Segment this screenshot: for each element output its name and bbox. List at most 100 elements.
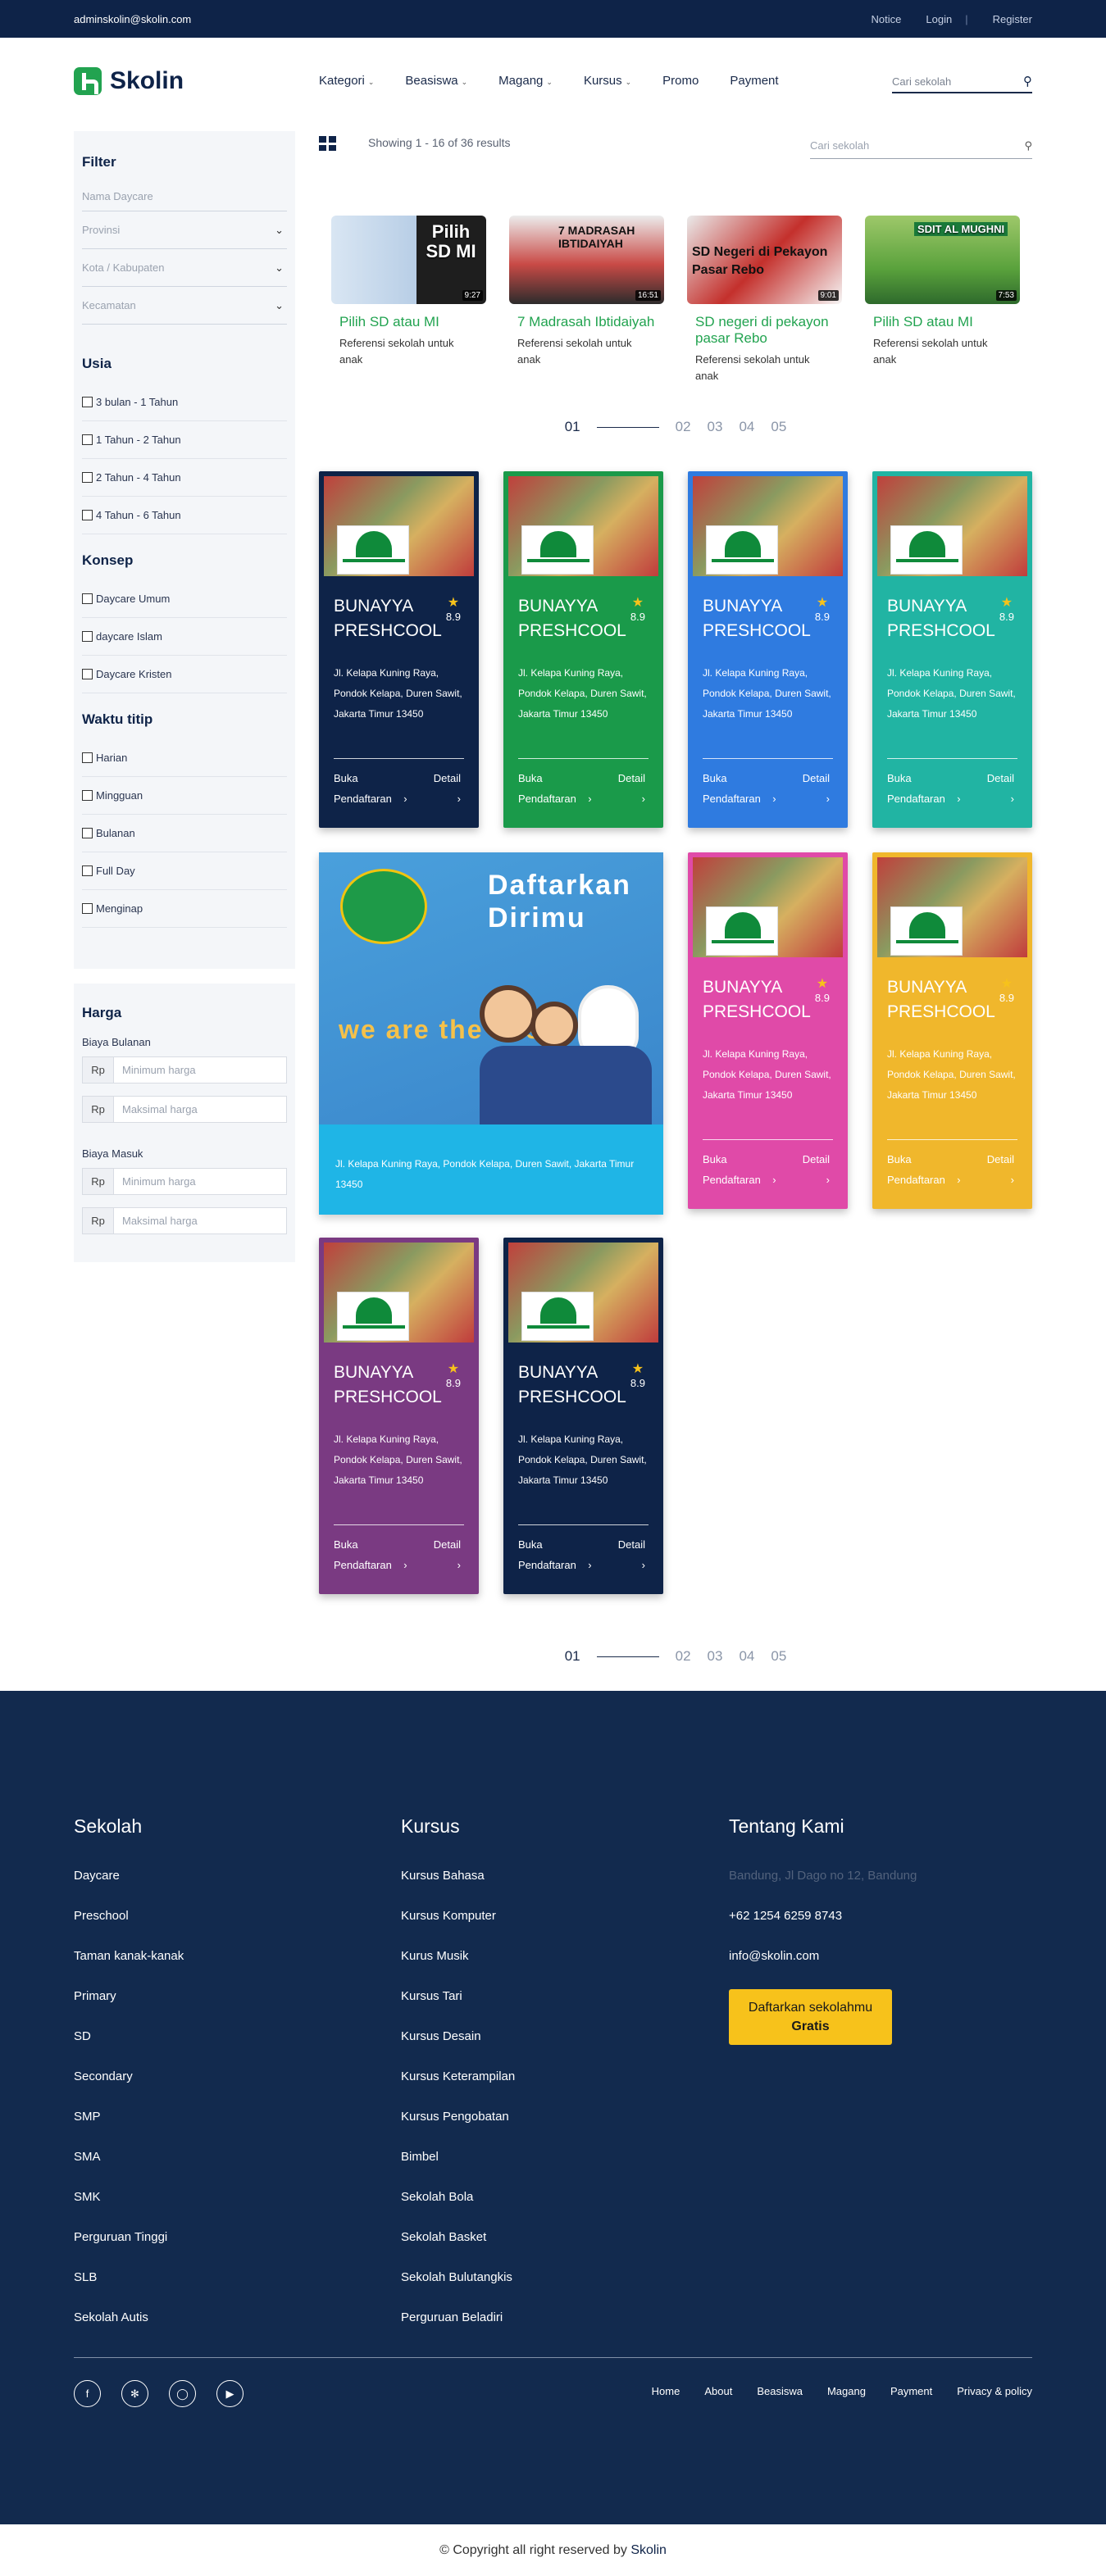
search-icon[interactable]: ⚲ xyxy=(1023,74,1032,89)
promo-banner[interactable]: Daftarkan Dirimu we are the best Jl. Kel… xyxy=(319,852,663,1215)
bulanan-min-input[interactable]: Rp Minimum harga xyxy=(82,1056,287,1084)
instagram-icon[interactable]: ◯ xyxy=(169,2380,196,2407)
logo[interactable]: Skolin xyxy=(74,67,184,95)
results-search-input[interactable]: Cari sekolah ⚲ xyxy=(810,133,1032,159)
page-05[interactable]: 05 xyxy=(771,419,786,435)
video-card[interactable]: Pilih SD MI 9:27 Pilih SD atau MI Refere… xyxy=(331,216,486,368)
checkbox[interactable] xyxy=(82,593,93,604)
footer-link[interactable]: Kursus Desain xyxy=(401,2029,647,2069)
footer-link[interactable]: Kursus Keterampilan xyxy=(401,2069,647,2110)
buka-pendaftaran-link[interactable]: Buka Pendaftaran › xyxy=(334,768,407,809)
buka-pendaftaran-link[interactable]: Buka Pendaftaran › xyxy=(334,1534,407,1575)
footer-link[interactable]: Perguruan Beladiri xyxy=(401,2310,647,2351)
checkbox[interactable] xyxy=(82,828,93,838)
copyright-brand[interactable]: Skolin xyxy=(630,2543,667,2557)
page-04[interactable]: 04 xyxy=(739,419,754,435)
page-04[interactable]: 04 xyxy=(739,1648,754,1665)
video-thumbnail[interactable]: SDIT AL MUGHNI 7:53 xyxy=(865,216,1020,304)
school-card[interactable]: BUNAYYA PRESHCOOL ★ 8.9 Jl. Kelapa Kuning R… xyxy=(503,1238,663,1594)
video-title[interactable]: 7 Madrasah Ibtidaiyah xyxy=(517,314,656,330)
footer-link[interactable]: SMK xyxy=(74,2190,320,2230)
footer-link-privacy[interactable]: Privacy & policy xyxy=(957,2385,1032,2397)
school-card[interactable]: BUNAYYA PRESHCOOL ★ 8.9 Jl. Kelapa Kuning R… xyxy=(688,852,848,1209)
notice-link[interactable]: Notice xyxy=(872,13,902,25)
nav-beasiswa[interactable]: Beasiswa ⌄ xyxy=(405,74,467,88)
page-03[interactable]: 03 xyxy=(708,1648,723,1665)
checkbox[interactable] xyxy=(82,669,93,679)
admin-email[interactable]: adminskolin@skolin.com xyxy=(74,13,191,25)
usia-option[interactable]: 1 Tahun - 2 Tahun xyxy=(82,421,287,459)
footer-link[interactable]: Kursus Pengobatan xyxy=(401,2110,647,2150)
school-card[interactable]: BUNAYYA PRESHCOOL ★ 8.9 Jl. Kelapa Kuning R… xyxy=(688,471,848,828)
checkbox[interactable] xyxy=(82,903,93,914)
konsep-option[interactable]: daycare Islam xyxy=(82,618,287,656)
facebook-icon[interactable]: f xyxy=(74,2380,101,2407)
waktu-option[interactable]: Bulanan xyxy=(82,815,287,852)
twitter-icon[interactable]: ✻ xyxy=(121,2380,148,2407)
video-card[interactable]: SDIT AL MUGHNI 7:53 Pilih SD atau MI Ref… xyxy=(865,216,1020,368)
bulanan-max-input[interactable]: Rp Maksimal harga xyxy=(82,1096,287,1123)
checkbox[interactable] xyxy=(82,631,93,642)
school-name[interactable]: BUNAYYA PRESHCOOL xyxy=(887,594,995,643)
buka-pendaftaran-link[interactable]: Buka Pendaftaran › xyxy=(887,768,961,809)
page-05[interactable]: 05 xyxy=(771,1648,786,1665)
video-card[interactable]: 7 MADRASAH IBTIDAIYAH 16:51 7 Madrasah I… xyxy=(509,216,664,368)
kota-select[interactable]: Kota / Kabupaten ⌄ xyxy=(82,249,287,287)
detail-link[interactable]: Detail › xyxy=(987,768,1014,809)
waktu-option[interactable]: Mingguan xyxy=(82,777,287,815)
footer-link[interactable]: Preschool xyxy=(74,1909,320,1949)
detail-link[interactable]: Detail › xyxy=(987,1149,1014,1190)
detail-link[interactable]: Detail › xyxy=(618,1534,645,1575)
page-01[interactable]: 01 xyxy=(565,419,580,435)
video-thumbnail[interactable]: 7 MADRASAH IBTIDAIYAH 16:51 xyxy=(509,216,664,304)
checkbox[interactable] xyxy=(82,790,93,801)
video-card[interactable]: SD Negeri di Pekayon Pasar Rebo 9:01 SD … xyxy=(687,216,842,384)
video-title[interactable]: SD negeri di pekayon pasar Rebo xyxy=(695,314,834,347)
footer-link-payment[interactable]: Payment xyxy=(890,2385,932,2397)
footer-link[interactable]: Taman kanak-kanak xyxy=(74,1949,320,1989)
school-card[interactable]: BUNAYYA PRESHCOOL ★ 8.9 Jl. Kelapa Kuning R… xyxy=(319,1238,479,1594)
footer-link[interactable]: Sekolah Autis xyxy=(74,2310,320,2351)
waktu-option[interactable]: Full Day xyxy=(82,852,287,890)
nav-payment[interactable]: Payment xyxy=(730,74,778,88)
footer-link[interactable]: Bimbel xyxy=(401,2150,647,2190)
page-03[interactable]: 03 xyxy=(708,419,723,435)
checkbox[interactable] xyxy=(82,865,93,876)
detail-link[interactable]: Detail › xyxy=(803,1149,830,1190)
video-thumbnail[interactable]: Pilih SD MI 9:27 xyxy=(331,216,486,304)
masuk-max-input[interactable]: Rp Maksimal harga xyxy=(82,1207,287,1234)
video-thumbnail[interactable]: SD Negeri di Pekayon Pasar Rebo 9:01 xyxy=(687,216,842,304)
footer-link[interactable]: Kursus Komputer xyxy=(401,1909,647,1949)
usia-option[interactable]: 4 Tahun - 6 Tahun xyxy=(82,497,287,534)
login-link[interactable]: Login xyxy=(926,13,952,25)
checkbox[interactable] xyxy=(82,510,93,520)
checkbox[interactable] xyxy=(82,752,93,763)
school-name[interactable]: BUNAYYA PRESHCOOL xyxy=(334,594,442,643)
grid-view-icon[interactable] xyxy=(319,136,336,151)
footer-email[interactable]: info@skolin.com xyxy=(729,1949,975,1989)
footer-link[interactable]: Sekolah Bulutangkis xyxy=(401,2270,647,2310)
checkbox[interactable] xyxy=(82,434,93,445)
waktu-option[interactable]: Harian xyxy=(82,739,287,777)
footer-link[interactable]: Sekolah Basket xyxy=(401,2230,647,2270)
school-name[interactable]: BUNAYYA PRESHCOOL xyxy=(518,594,626,643)
footer-link[interactable]: SD xyxy=(74,2029,320,2069)
buka-pendaftaran-link[interactable]: Buka Pendaftaran › xyxy=(518,1534,592,1575)
detail-link[interactable]: Detail › xyxy=(618,768,645,809)
footer-link[interactable]: SMA xyxy=(74,2150,320,2190)
footer-link[interactable]: SLB xyxy=(74,2270,320,2310)
footer-link-beasiswa[interactable]: Beasiswa xyxy=(757,2385,803,2397)
buka-pendaftaran-link[interactable]: Buka Pendaftaran › xyxy=(518,768,592,809)
footer-link[interactable]: SMP xyxy=(74,2110,320,2150)
school-name[interactable]: BUNAYYA PRESHCOOL xyxy=(334,1361,442,1410)
detail-link[interactable]: Detail › xyxy=(803,768,830,809)
register-link[interactable]: Register xyxy=(993,13,1032,25)
usia-option[interactable]: 3 bulan - 1 Tahun xyxy=(82,384,287,421)
footer-link[interactable]: Perguruan Tinggi xyxy=(74,2230,320,2270)
footer-link[interactable]: Kursus Bahasa xyxy=(401,1869,647,1909)
footer-phone[interactable]: +62 1254 6259 8743 xyxy=(729,1909,975,1949)
school-name[interactable]: BUNAYYA PRESHCOOL xyxy=(703,975,811,1024)
buka-pendaftaran-link[interactable]: Buka Pendaftaran › xyxy=(887,1149,961,1190)
footer-link-home[interactable]: Home xyxy=(652,2385,680,2397)
search-icon[interactable]: ⚲ xyxy=(1024,139,1032,152)
